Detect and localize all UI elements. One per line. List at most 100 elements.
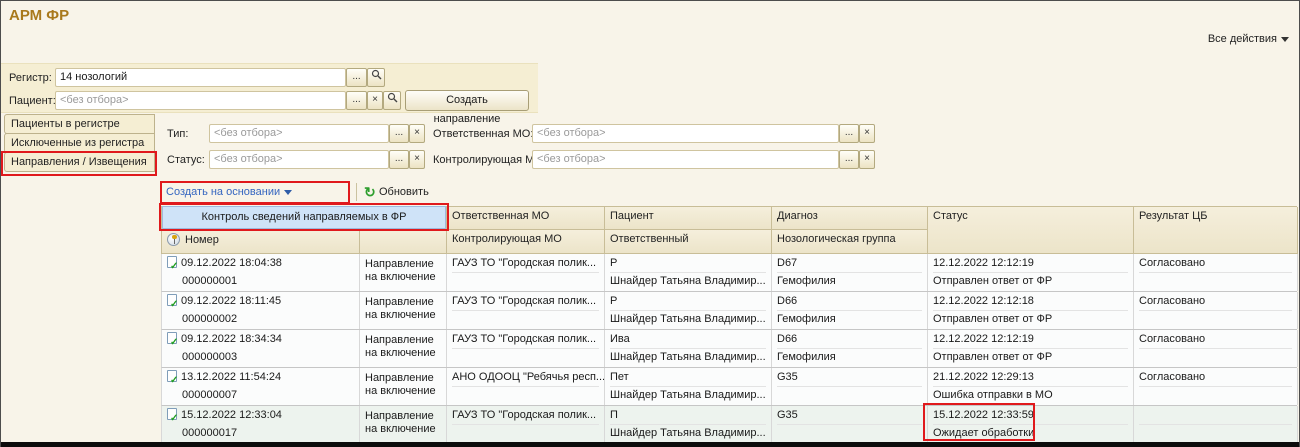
page-title: АРМ ФР	[9, 7, 69, 24]
row-status-text: Отправлен ответ от ФР	[933, 311, 1128, 329]
type-filter-input[interactable]: <без отбора>	[209, 124, 389, 143]
row-patient: П	[610, 406, 766, 425]
header-number[interactable]: Номер	[162, 230, 360, 254]
header-number-label: Номер	[185, 234, 219, 246]
status-ellipsis-button[interactable]: ...	[389, 150, 409, 169]
row-date: 15.12.2022 12:33:04	[181, 409, 282, 421]
create-based-on-button[interactable]: Создать на основании	[166, 182, 292, 202]
tab-excluded-from-register[interactable]: Исключенные из регистра	[4, 133, 155, 153]
row-responsible-mo: ГАУЗ ТО "Городская полик...	[452, 292, 599, 311]
left-tabs: Пациенты в регистре Исключенные из регис…	[4, 114, 156, 172]
search-icon	[371, 69, 382, 80]
status-clear-button[interactable]: ×	[409, 150, 425, 169]
header-cb-result[interactable]: Результат ЦБ	[1134, 207, 1298, 254]
tab-patients-in-register[interactable]: Пациенты в регистре	[4, 114, 155, 134]
menu-item-control-of-data-sent-to-fr[interactable]: Контроль сведений направляемых в ФР	[162, 206, 446, 229]
row-number: 000000007	[167, 387, 354, 405]
table-row[interactable]: 09.12.2022 18:11:45000000002 Направление…	[161, 292, 1297, 330]
ellipsis-icon: ...	[395, 127, 403, 138]
row-kind: Направление на включение	[365, 330, 441, 360]
row-diagnosis: G35	[777, 406, 922, 425]
header-patient[interactable]: Пациент	[605, 207, 772, 230]
header-nosology-group[interactable]: Нозологическая группа	[772, 230, 928, 254]
table-row[interactable]: 09.12.2022 18:04:38000000001 Направление…	[161, 254, 1297, 292]
row-patient: Пет	[610, 368, 766, 387]
row-patient: Р	[610, 254, 766, 273]
type-filter-label: Тип:	[167, 125, 188, 143]
patient-search-button[interactable]	[383, 91, 401, 110]
table-row[interactable]: 13.12.2022 11:54:24000000007 Направление…	[161, 368, 1297, 406]
row-nosology-group	[777, 425, 922, 443]
register-label: Регистр:	[9, 69, 52, 87]
ellipsis-icon: ...	[352, 94, 360, 105]
table-row[interactable]: 09.12.2022 18:34:34000000003 Направление…	[161, 330, 1297, 368]
header-controlling-mo[interactable]: Контролирующая МО	[447, 230, 605, 254]
ellipsis-icon: ...	[845, 153, 853, 164]
register-ellipsis-button[interactable]: ...	[346, 68, 367, 87]
patient-ellipsis-button[interactable]: ...	[346, 91, 367, 110]
controlling-mo-ellipsis-button[interactable]: ...	[839, 150, 859, 169]
row-status-text: Ожидает обработки	[933, 425, 1128, 443]
placeholder-text: <без отбора>	[537, 153, 606, 165]
controlling-mo-clear-button[interactable]: ×	[859, 150, 875, 169]
row-diagnosis: G35	[777, 368, 922, 387]
type-ellipsis-button[interactable]: ...	[389, 124, 409, 143]
row-kind: Направление на включение	[365, 406, 441, 436]
refresh-button[interactable]: Обновить	[379, 182, 429, 202]
search-icon	[387, 92, 398, 103]
placeholder-text: <без отбора>	[537, 127, 606, 139]
row-responsible-person: Шнайдер Татьяна Владимир...	[610, 387, 766, 405]
row-status-text: Отправлен ответ от ФР	[933, 273, 1128, 291]
register-search-button[interactable]	[367, 68, 385, 87]
create-referral-button[interactable]: Создать направление	[405, 90, 529, 111]
all-actions-button[interactable]: Все действия	[1208, 33, 1289, 45]
row-responsible-mo: АНО ОДООЦ "Ребячья респ...	[452, 368, 599, 387]
placeholder-text: <без отбора>	[214, 153, 283, 165]
row-status-date: 21.12.2022 12:29:13	[933, 368, 1128, 387]
register-input[interactable]: 14 нозологий	[55, 68, 346, 87]
ellipsis-icon: ...	[845, 127, 853, 138]
row-number: 000000017	[167, 425, 354, 443]
document-approved-icon	[167, 294, 177, 306]
row-diagnosis: D66	[777, 330, 922, 349]
responsible-mo-ellipsis-button[interactable]: ...	[839, 124, 859, 143]
row-number: 000000001	[167, 273, 354, 291]
row-responsible-mo: ГАУЗ ТО "Городская полик...	[452, 406, 599, 425]
responsible-mo-filter-input[interactable]: <без отбора>	[532, 124, 839, 143]
period-filter-icon[interactable]	[167, 233, 180, 246]
ellipsis-icon: ...	[352, 71, 360, 82]
status-filter-input[interactable]: <без отбора>	[209, 150, 389, 169]
row-diagnosis: D66	[777, 292, 922, 311]
patient-clear-button[interactable]: ×	[367, 91, 383, 110]
patient-input[interactable]: <без отбора>	[55, 91, 346, 110]
row-status-date: 15.12.2022 12:33:59	[933, 406, 1128, 425]
header-diagnosis[interactable]: Диагноз	[772, 207, 928, 230]
clear-icon: ×	[864, 153, 870, 164]
row-date: 09.12.2022 18:04:38	[181, 257, 282, 269]
row-date: 09.12.2022 18:34:34	[181, 333, 282, 345]
controlling-mo-filter-input[interactable]: <без отбора>	[532, 150, 839, 169]
patient-label: Пациент:	[9, 92, 56, 110]
row-status-text: Ошибка отправки в МО	[933, 387, 1128, 405]
all-actions-label: Все действия	[1208, 33, 1277, 45]
clear-icon: ×	[864, 127, 870, 138]
clear-icon: ×	[414, 153, 420, 164]
toolbar-separator	[356, 183, 357, 201]
arm-fr-window: АРМ ФР Все действия Регистр: 14 нозологи…	[0, 0, 1300, 447]
header-status[interactable]: Статус	[928, 207, 1134, 254]
row-patient: Р	[610, 292, 766, 311]
row-status-date: 12.12.2022 12:12:18	[933, 292, 1128, 311]
responsible-mo-clear-button[interactable]: ×	[859, 124, 875, 143]
tab-referrals-notifications[interactable]: Направления / Извещения	[4, 152, 155, 172]
type-clear-button[interactable]: ×	[409, 124, 425, 143]
row-status-date: 12.12.2022 12:12:19	[933, 254, 1128, 273]
row-date: 09.12.2022 18:11:45	[181, 295, 281, 307]
row-responsible-mo: ГАУЗ ТО "Городская полик...	[452, 330, 599, 349]
row-cb-result: Согласовано	[1139, 368, 1292, 387]
chevron-down-icon	[284, 190, 292, 195]
table-row-current[interactable]: 15.12.2022 12:33:04 000000017 Направление…	[161, 406, 1297, 444]
clear-icon: ×	[414, 127, 420, 138]
header-responsible-mo[interactable]: Ответственная МО	[447, 207, 605, 230]
header-responsible-person[interactable]: Ответственный	[605, 230, 772, 254]
bottom-border	[1, 442, 1300, 447]
